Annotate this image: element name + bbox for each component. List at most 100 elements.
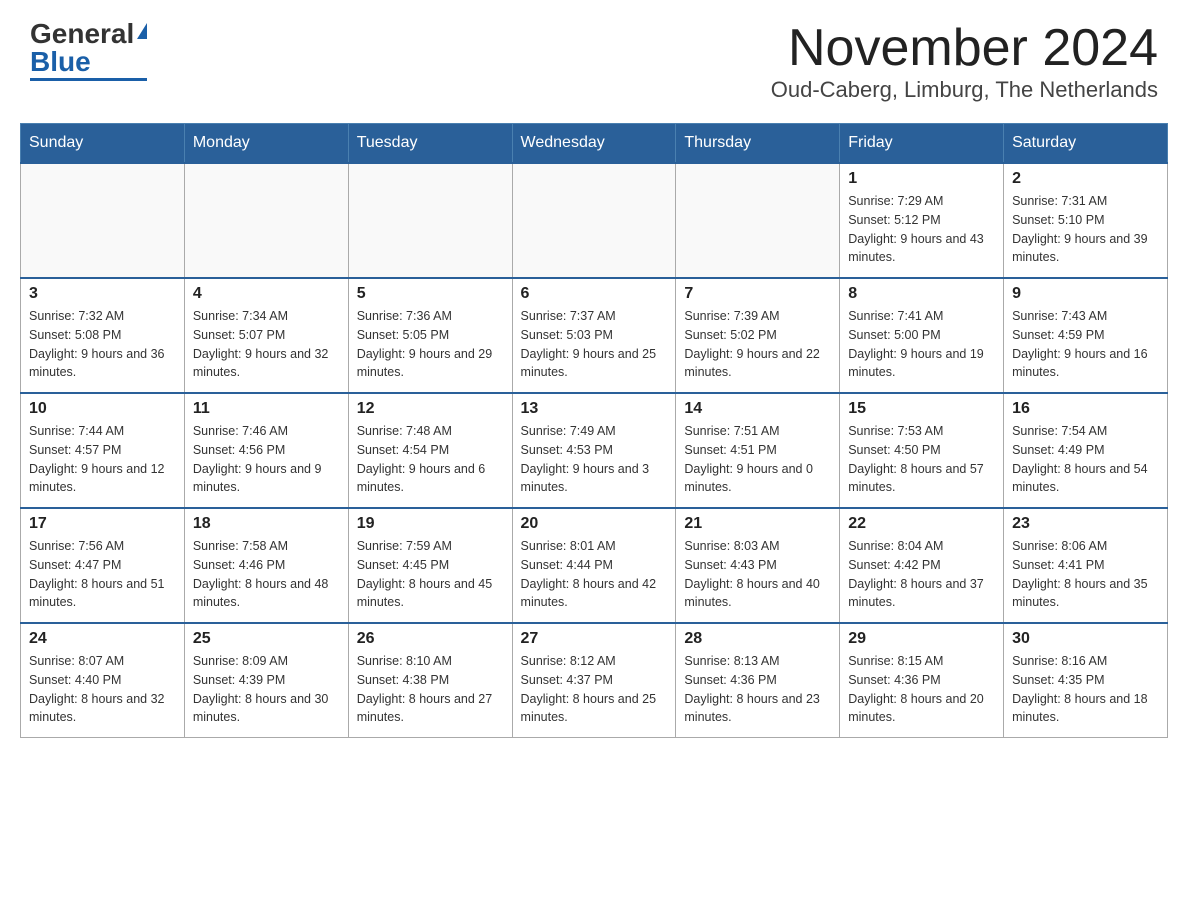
weekday-header-row: SundayMondayTuesdayWednesdayThursdayFrid… [21, 124, 1168, 164]
day-info: Sunrise: 7:51 AMSunset: 4:51 PMDaylight:… [684, 422, 831, 497]
calendar-cell: 9 Sunrise: 7:43 AMSunset: 4:59 PMDaylight… [1004, 278, 1168, 393]
calendar-cell: 20 Sunrise: 8:01 AMSunset: 4:44 PMDayligh… [512, 508, 676, 623]
day-number: 20 [521, 515, 668, 533]
calendar-cell: 14 Sunrise: 7:51 AMSunset: 4:51 PMDayligh… [676, 393, 840, 508]
day-number: 19 [357, 515, 504, 533]
calendar-cell: 2 Sunrise: 7:31 AMSunset: 5:10 PMDaylight… [1004, 163, 1168, 278]
day-info: Sunrise: 7:36 AMSunset: 5:05 PMDaylight:… [357, 307, 504, 382]
calendar-cell: 21Sunrise: 8:03 AMSunset: 4:43 PMDayligh… [676, 508, 840, 623]
day-info: Sunrise: 8:13 AMSunset: 4:36 PMDaylight:… [684, 652, 831, 727]
weekday-header-saturday: Saturday [1004, 124, 1168, 164]
day-info: Sunrise: 7:46 AMSunset: 4:56 PMDaylight:… [193, 422, 340, 497]
day-number: 9 [1012, 285, 1159, 303]
day-number: 21 [684, 515, 831, 533]
calendar-cell: 8 Sunrise: 7:41 AMSunset: 5:00 PMDaylight… [840, 278, 1004, 393]
logo-underline [30, 78, 147, 81]
calendar-cell: 12Sunrise: 7:48 AMSunset: 4:54 PMDayligh… [348, 393, 512, 508]
calendar-cell: 23 Sunrise: 8:06 AMSunset: 4:41 PMDayligh… [1004, 508, 1168, 623]
day-info: Sunrise: 7:39 AMSunset: 5:02 PMDaylight:… [684, 307, 831, 382]
calendar-cell: 28 Sunrise: 8:13 AMSunset: 4:36 PMDayligh… [676, 623, 840, 738]
calendar-cell: 26 Sunrise: 8:10 AMSunset: 4:38 PMDayligh… [348, 623, 512, 738]
weekday-header-thursday: Thursday [676, 124, 840, 164]
day-number: 22 [848, 515, 995, 533]
calendar-cell: 25Sunrise: 8:09 AMSunset: 4:39 PMDayligh… [184, 623, 348, 738]
calendar-cell: 5 Sunrise: 7:36 AMSunset: 5:05 PMDaylight… [348, 278, 512, 393]
day-number: 10 [29, 400, 176, 418]
day-number: 13 [521, 400, 668, 418]
day-number: 30 [1012, 630, 1159, 648]
day-info: Sunrise: 7:44 AMSunset: 4:57 PMDaylight:… [29, 422, 176, 497]
calendar-cell: 13Sunrise: 7:49 AMSunset: 4:53 PMDayligh… [512, 393, 676, 508]
day-info: Sunrise: 8:16 AMSunset: 4:35 PMDaylight:… [1012, 652, 1159, 727]
weekday-header-sunday: Sunday [21, 124, 185, 164]
weekday-header-wednesday: Wednesday [512, 124, 676, 164]
calendar-cell: 19 Sunrise: 7:59 AMSunset: 4:45 PMDayligh… [348, 508, 512, 623]
day-number: 27 [521, 630, 668, 648]
day-info: Sunrise: 7:31 AMSunset: 5:10 PMDaylight:… [1012, 192, 1159, 267]
day-number: 18 [193, 515, 340, 533]
day-info: Sunrise: 8:01 AMSunset: 4:44 PMDaylight:… [521, 537, 668, 612]
day-number: 5 [357, 285, 504, 303]
day-number: 6 [521, 285, 668, 303]
day-number: 12 [357, 400, 504, 418]
week-row-3: 10 Sunrise: 7:44 AMSunset: 4:57 PMDayligh… [21, 393, 1168, 508]
logo-blue-text: Blue [30, 48, 91, 76]
calendar-cell [348, 163, 512, 278]
day-number: 7 [684, 285, 831, 303]
weekday-header-friday: Friday [840, 124, 1004, 164]
day-number: 15 [848, 400, 995, 418]
calendar-cell: 3Sunrise: 7:32 AMSunset: 5:08 PMDaylight… [21, 278, 185, 393]
week-row-1: 1Sunrise: 7:29 AMSunset: 5:12 PMDaylight… [21, 163, 1168, 278]
calendar-cell: 24Sunrise: 8:07 AMSunset: 4:40 PMDayligh… [21, 623, 185, 738]
calendar-cell: 1Sunrise: 7:29 AMSunset: 5:12 PMDaylight… [840, 163, 1004, 278]
day-number: 17 [29, 515, 176, 533]
location-subtitle: Oud-Caberg, Limburg, The Netherlands [771, 77, 1158, 103]
day-info: Sunrise: 7:59 AMSunset: 4:45 PMDaylight:… [357, 537, 504, 612]
day-number: 4 [193, 285, 340, 303]
title-block: November 2024 Oud-Caberg, Limburg, The N… [771, 20, 1158, 103]
day-number: 23 [1012, 515, 1159, 533]
calendar-cell: 30 Sunrise: 8:16 AMSunset: 4:35 PMDayligh… [1004, 623, 1168, 738]
day-number: 14 [684, 400, 831, 418]
day-number: 16 [1012, 400, 1159, 418]
day-info: Sunrise: 8:15 AMSunset: 4:36 PMDaylight:… [848, 652, 995, 727]
calendar-cell [21, 163, 185, 278]
day-info: Sunrise: 7:29 AMSunset: 5:12 PMDaylight:… [848, 192, 995, 267]
day-number: 8 [848, 285, 995, 303]
logo-triangle-icon [137, 23, 147, 39]
weekday-header-monday: Monday [184, 124, 348, 164]
day-info: Sunrise: 7:53 AMSunset: 4:50 PMDaylight:… [848, 422, 995, 497]
calendar-cell: 15 Sunrise: 7:53 AMSunset: 4:50 PMDayligh… [840, 393, 1004, 508]
day-info: Sunrise: 7:56 AMSunset: 4:47 PMDaylight:… [29, 537, 176, 612]
day-info: Sunrise: 7:43 AMSunset: 4:59 PMDaylight:… [1012, 307, 1159, 382]
day-info: Sunrise: 7:34 AMSunset: 5:07 PMDaylight:… [193, 307, 340, 382]
day-info: Sunrise: 7:41 AMSunset: 5:00 PMDaylight:… [848, 307, 995, 382]
day-number: 28 [684, 630, 831, 648]
calendar-cell: 18 Sunrise: 7:58 AMSunset: 4:46 PMDayligh… [184, 508, 348, 623]
month-title: November 2024 [771, 20, 1158, 77]
day-info: Sunrise: 8:04 AMSunset: 4:42 PMDaylight:… [848, 537, 995, 612]
day-number: 29 [848, 630, 995, 648]
day-number: 24 [29, 630, 176, 648]
calendar-table: SundayMondayTuesdayWednesdayThursdayFrid… [20, 123, 1168, 738]
calendar-cell: 29 Sunrise: 8:15 AMSunset: 4:36 PMDayligh… [840, 623, 1004, 738]
calendar-cell: 4 Sunrise: 7:34 AMSunset: 5:07 PMDaylight… [184, 278, 348, 393]
logo-general-text: General [30, 20, 134, 48]
day-number: 3 [29, 285, 176, 303]
day-number: 2 [1012, 170, 1159, 188]
day-info: Sunrise: 7:54 AMSunset: 4:49 PMDaylight:… [1012, 422, 1159, 497]
day-info: Sunrise: 8:10 AMSunset: 4:38 PMDaylight:… [357, 652, 504, 727]
day-info: Sunrise: 7:58 AMSunset: 4:46 PMDaylight:… [193, 537, 340, 612]
weekday-header-tuesday: Tuesday [348, 124, 512, 164]
calendar-cell [676, 163, 840, 278]
week-row-4: 17 Sunrise: 7:56 AMSunset: 4:47 PMDayligh… [21, 508, 1168, 623]
day-number: 26 [357, 630, 504, 648]
day-number: 25 [193, 630, 340, 648]
calendar-cell: 17 Sunrise: 7:56 AMSunset: 4:47 PMDayligh… [21, 508, 185, 623]
week-row-5: 24Sunrise: 8:07 AMSunset: 4:40 PMDayligh… [21, 623, 1168, 738]
day-info: Sunrise: 7:37 AMSunset: 5:03 PMDaylight:… [521, 307, 668, 382]
calendar-cell: 10 Sunrise: 7:44 AMSunset: 4:57 PMDayligh… [21, 393, 185, 508]
day-info: Sunrise: 8:12 AMSunset: 4:37 PMDaylight:… [521, 652, 668, 727]
day-info: Sunrise: 8:06 AMSunset: 4:41 PMDaylight:… [1012, 537, 1159, 612]
calendar-cell: 27 Sunrise: 8:12 AMSunset: 4:37 PMDayligh… [512, 623, 676, 738]
